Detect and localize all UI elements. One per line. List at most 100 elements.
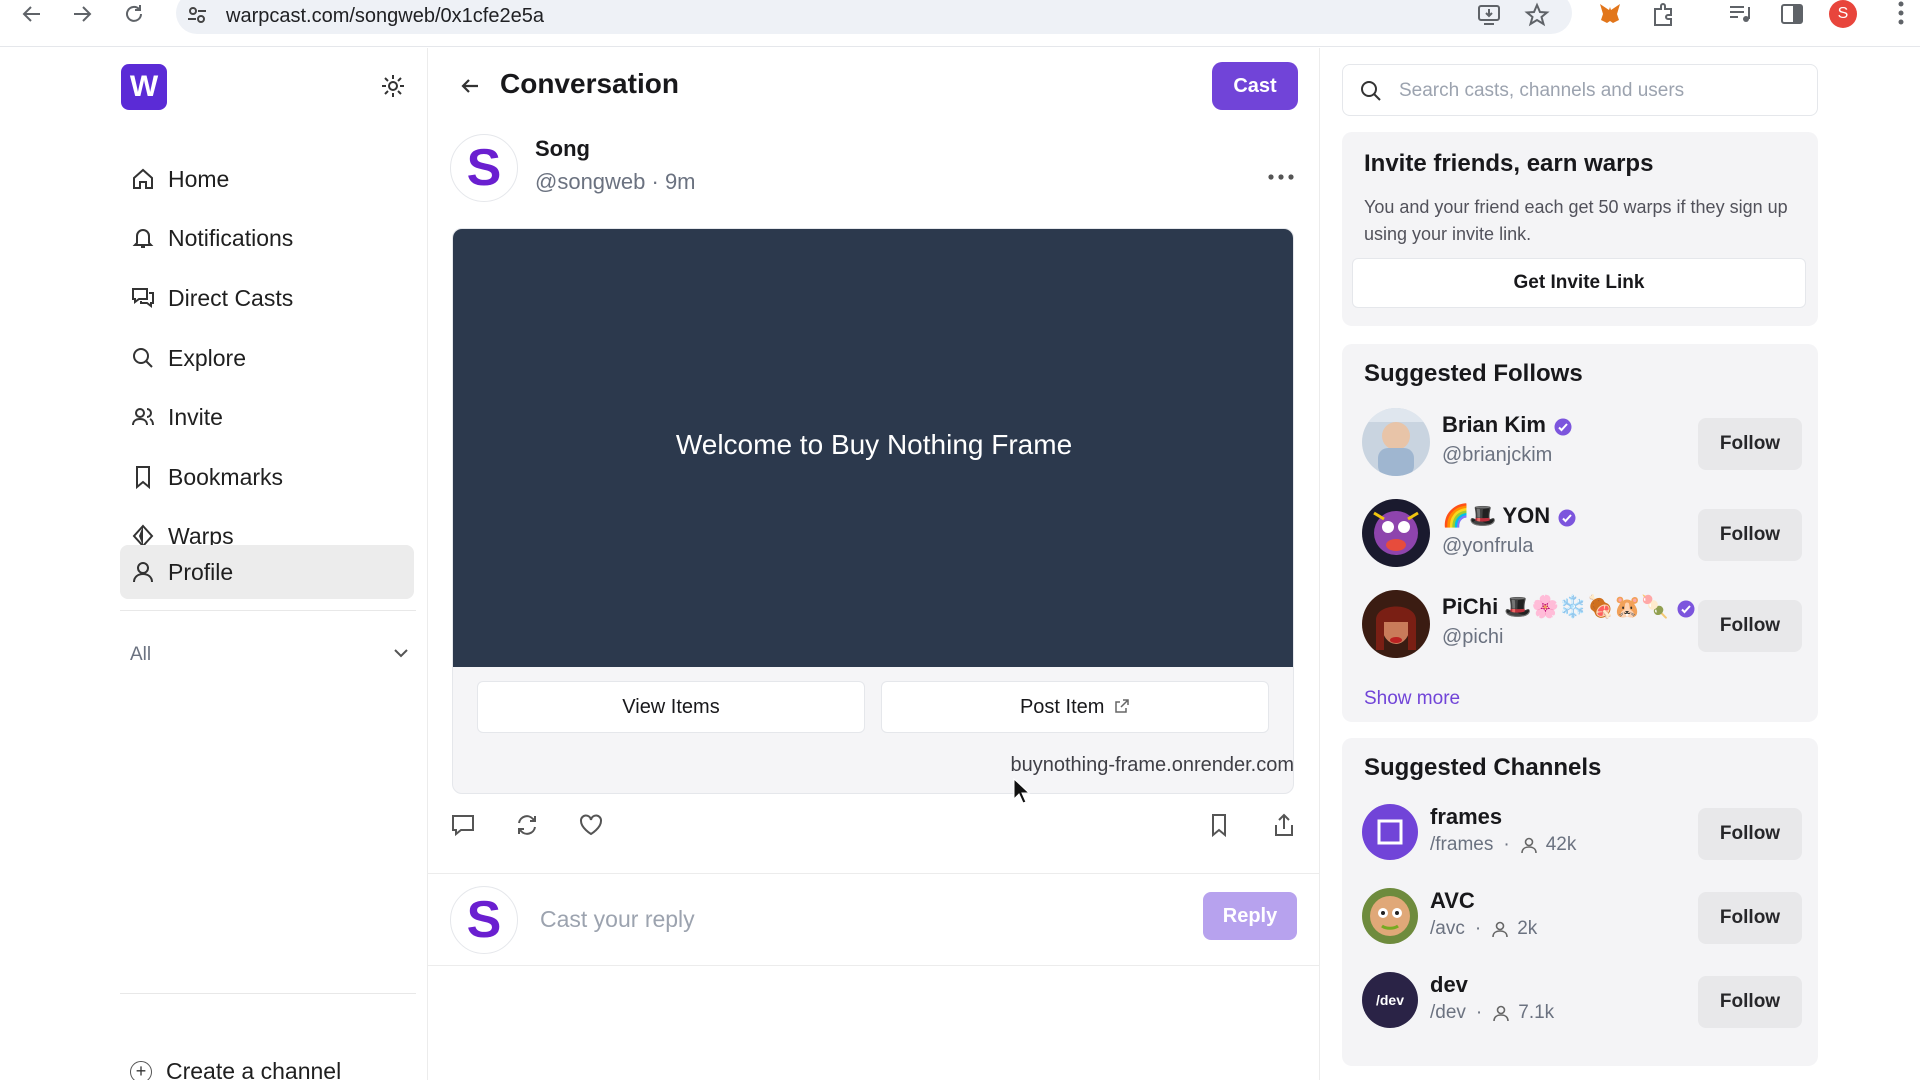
sidebar-divider	[120, 610, 416, 611]
bookmark-icon	[130, 464, 156, 490]
page-title: Conversation	[500, 68, 679, 99]
follow-button[interactable]: Follow	[1698, 509, 1802, 561]
suggested-follows-card: Suggested Follows Brian Kim @brianjckim …	[1342, 344, 1818, 722]
follow-button[interactable]: Follow	[1698, 600, 1802, 652]
bookmark-icon[interactable]	[1206, 812, 1232, 838]
user-name-row[interactable]: 🌈🎩 YON	[1442, 503, 1576, 529]
follow-button[interactable]: Follow	[1698, 418, 1802, 470]
verified-badge-icon	[1554, 416, 1572, 436]
reply-button[interactable]: Reply	[1203, 892, 1297, 940]
user-icon	[130, 559, 156, 585]
sidebar-item-label: Home	[168, 165, 230, 192]
users-icon	[130, 404, 156, 430]
user-avatar[interactable]	[1362, 408, 1430, 476]
sidebar-item-invite[interactable]: Invite	[120, 390, 414, 444]
follow-button[interactable]: Follow	[1698, 808, 1802, 860]
address-bar[interactable]: warpcast.com/songweb/0x1cfe2e5a	[176, 0, 1572, 34]
separator-dot: ·	[1503, 834, 1510, 855]
back-arrow-icon[interactable]	[456, 72, 484, 100]
user-name-row[interactable]: PiChi 🎩🌸❄️🍖🐹🍡	[1442, 594, 1695, 620]
suggested-user: PiChi 🎩🌸❄️🍖🐹🍡 @pichi Follow	[1362, 590, 1802, 662]
channel-name[interactable]: frames	[1430, 804, 1502, 830]
browser-back-icon[interactable]	[20, 2, 44, 26]
invite-card: Invite friends, earn warps You and your …	[1342, 132, 1818, 326]
create-channel-button[interactable]: + Create a channel	[130, 1058, 341, 1080]
metamask-extension-icon[interactable]	[1596, 0, 1624, 28]
extensions-puzzle-icon[interactable]	[1650, 0, 1678, 28]
browser-profile-avatar[interactable]: S	[1829, 0, 1857, 28]
warpcast-logo[interactable]: W	[121, 64, 167, 110]
channel-name[interactable]: dev	[1430, 972, 1468, 998]
sidebar-item-label: Bookmarks	[168, 463, 284, 490]
channel-path: /frames	[1430, 834, 1494, 855]
sidebar-item-home[interactable]: Home	[120, 152, 414, 206]
more-options-icon[interactable]	[1266, 170, 1296, 182]
share-icon[interactable]	[1271, 812, 1297, 838]
media-control-icon[interactable]	[1726, 0, 1754, 28]
search-icon	[1359, 79, 1383, 103]
side-panel-icon[interactable]	[1778, 0, 1806, 28]
follow-button[interactable]: Follow	[1698, 976, 1802, 1028]
user-avatar[interactable]	[1362, 590, 1430, 658]
frame-post-item-button[interactable]: Post Item	[881, 681, 1269, 733]
sidebar-item-direct-casts[interactable]: Direct Casts	[120, 271, 414, 325]
user-name-row[interactable]: Brian Kim	[1442, 412, 1572, 438]
user-icon	[1520, 836, 1538, 854]
channel-filter-dropdown[interactable]: All	[130, 640, 410, 670]
channel-name[interactable]: AVC	[1430, 888, 1475, 914]
sidebar-item-profile[interactable]: Profile	[120, 545, 414, 599]
user-handle: @pichi	[1442, 626, 1504, 648]
search-placeholder: Search casts, channels and users	[1399, 80, 1685, 101]
frame-view-items-button[interactable]: View Items	[477, 681, 865, 733]
search-input[interactable]: Search casts, channels and users	[1342, 64, 1818, 116]
follow-button[interactable]: Follow	[1698, 892, 1802, 944]
frame-image[interactable]: Welcome to Buy Nothing Frame	[453, 229, 1293, 667]
settings-gear-icon[interactable]	[380, 73, 406, 99]
channel-avatar-text: /dev	[1375, 992, 1404, 1008]
bell-icon	[130, 225, 156, 251]
suggested-user: Brian Kim @brianjckim Follow	[1362, 408, 1802, 480]
reply-input[interactable]: Cast your reply	[540, 906, 695, 933]
recast-icon[interactable]	[514, 812, 540, 838]
sidebar-item-label: Direct Casts	[168, 284, 294, 311]
home-icon	[130, 166, 156, 192]
separator-dot: ·	[1474, 918, 1482, 939]
author-name[interactable]: Song	[535, 136, 590, 162]
browser-menu-icon[interactable]	[1896, 0, 1906, 28]
site-settings-icon[interactable]	[186, 4, 208, 26]
browser-reload-icon[interactable]	[122, 2, 146, 26]
sidebar-item-label: Notifications	[168, 224, 294, 251]
bookmark-star-icon[interactable]	[1524, 2, 1550, 28]
install-app-icon[interactable]	[1476, 2, 1502, 28]
separator-dot: ·	[1475, 1002, 1483, 1023]
channel-avatar[interactable]	[1362, 804, 1418, 860]
sidebar-item-explore[interactable]: Explore	[120, 331, 414, 385]
browser-toolbar: warpcast.com/songweb/0x1cfe2e5a S	[0, 0, 1920, 47]
url-text[interactable]: warpcast.com/songweb/0x1cfe2e5a	[226, 5, 544, 28]
get-invite-link-button[interactable]: Get Invite Link	[1352, 258, 1806, 308]
mouse-cursor-icon	[1013, 777, 1031, 804]
author-avatar[interactable]: S	[450, 134, 518, 202]
suggested-channels-card: Suggested Channels frames /frames · 42k …	[1342, 738, 1818, 1066]
frame-domain[interactable]: buynothing-frame.onrender.com	[1011, 754, 1295, 777]
comment-icon[interactable]	[450, 812, 476, 838]
heart-icon[interactable]	[578, 812, 604, 838]
user-avatar[interactable]	[1362, 499, 1430, 567]
user-name: PiChi 🎩🌸❄️🍖🐹🍡	[1442, 594, 1669, 619]
show-more-link[interactable]: Show more	[1364, 688, 1460, 710]
suggested-channel: AVC /avc · 2k Follow	[1362, 888, 1802, 948]
cast-button[interactable]: Cast	[1212, 62, 1298, 110]
suggested-channel: /dev dev /dev · 7.1k Follow	[1362, 972, 1802, 1032]
browser-forward-icon[interactable]	[70, 2, 94, 26]
sidebar-item-notifications[interactable]: Notifications	[120, 211, 414, 265]
frame-embed: Welcome to Buy Nothing Frame View Items …	[452, 228, 1294, 794]
reply-avatar: S	[450, 886, 518, 954]
channel-avatar[interactable]	[1362, 888, 1418, 944]
sidebar-item-bookmarks[interactable]: Bookmarks	[120, 450, 414, 504]
conversation-panel: Conversation Cast S Song @songweb · 9m W…	[428, 48, 1320, 1080]
right-sidebar: Search casts, channels and users Invite …	[1320, 48, 1920, 1080]
suggested-channel: frames /frames · 42k Follow	[1362, 804, 1802, 864]
channel-avatar[interactable]: /dev	[1362, 972, 1418, 1028]
plus-icon: +	[130, 1060, 152, 1080]
channel-member-count: 7.1k	[1518, 1002, 1555, 1023]
